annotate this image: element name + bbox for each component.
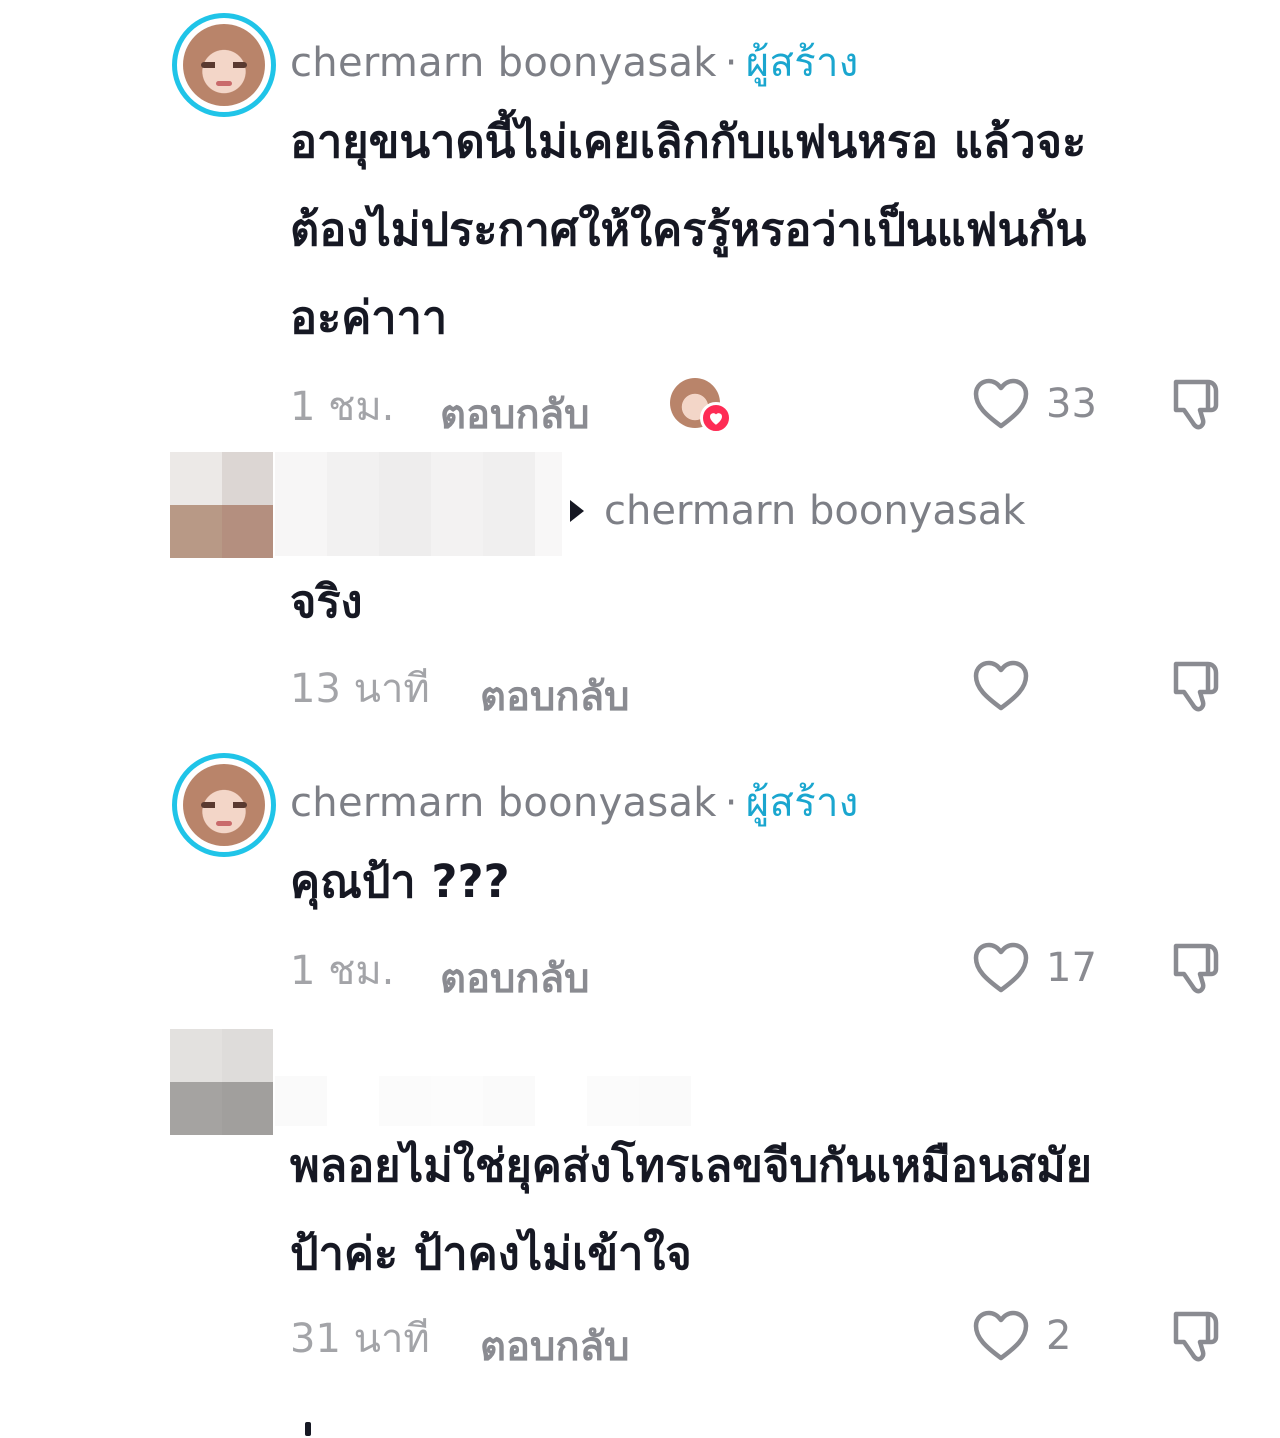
reply-button[interactable]: ตอบกลับ: [440, 946, 590, 1010]
comment-text-line: อะค่าาา: [290, 291, 448, 344]
comment-text-line: ต้องไม่ประกาศให้ใครรู้หรอว่าเป็นแฟนกัน: [290, 203, 1087, 256]
comment-text-line: คุณป้า ???: [290, 855, 510, 908]
user-avatar-blurred[interactable]: [170, 452, 273, 558]
comment-meta: 1 ชม. ตอบกลับ: [290, 376, 590, 438]
comment-time: 13 นาที: [290, 666, 430, 712]
comment-meta: 31 นาที ตอบกลับ: [290, 1308, 630, 1370]
thumbs-down-icon: [1173, 1311, 1219, 1362]
dislike-button[interactable]: [1170, 656, 1228, 714]
heart-badge-icon: [700, 402, 732, 434]
liked-by-creator-avatar: [670, 378, 732, 434]
username-text[interactable]: chermarn boonyasak: [290, 780, 717, 826]
creator-badge: ผู้สร้าง: [745, 40, 859, 86]
like-count: 17: [1046, 945, 1097, 991]
creator-avatar[interactable]: [172, 13, 276, 117]
dislike-button[interactable]: [1170, 1306, 1228, 1364]
reply-button[interactable]: ตอบกลับ: [480, 1314, 630, 1378]
like-button[interactable]: 33: [972, 374, 1097, 434]
like-button[interactable]: 17: [972, 938, 1097, 998]
comment-time: 1 ชม.: [290, 384, 395, 430]
comment-meta: 13 นาที ตอบกลับ: [290, 658, 630, 720]
creator-avatar[interactable]: [172, 753, 276, 857]
reply-to-label[interactable]: chermarn boonyasak: [570, 488, 1025, 534]
like-button[interactable]: 2: [972, 1306, 1071, 1366]
comment-time: 1 ชม.: [290, 948, 395, 994]
like-button[interactable]: [972, 656, 1046, 716]
separator-dot: ·: [724, 780, 738, 826]
comment-text-line: ป้าค่ะ ป้าคงไม่เข้าใจ: [290, 1227, 692, 1280]
username-blurred[interactable]: [275, 452, 562, 556]
comment-text: พลอยไม่ใช่ยุคส่งโทรเลขจีบกันเหมือนสมัย ป…: [290, 1122, 1230, 1298]
heart-outline-icon: [973, 942, 1029, 993]
comment-text-line: จริง: [290, 575, 363, 628]
comment-text: คุณป้า ???: [290, 838, 1230, 926]
reply-button[interactable]: ตอบกลับ: [440, 382, 590, 446]
heart-outline-icon: [973, 378, 1029, 429]
like-count: 33: [1046, 381, 1097, 427]
like-count: 2: [1046, 1313, 1072, 1359]
dislike-button[interactable]: [1170, 374, 1228, 432]
comment-text: อายุขนาดนี้ไม่เคยเลิกกับแฟนหรอ แล้วจะ ต้…: [290, 98, 1230, 362]
heart-outline-icon: [973, 1310, 1029, 1361]
thumbs-down-icon: [1173, 379, 1219, 430]
comment-username[interactable]: chermarn boonyasak · ผู้สร้าง: [290, 30, 859, 94]
creator-badge: ผู้สร้าง: [745, 780, 859, 826]
comment-text-line: พลอยไม่ใช่ยุคส่งโทรเลขจีบกันเหมือนสมัย: [290, 1139, 1093, 1192]
comment-time: 31 นาที: [290, 1316, 430, 1362]
heart-outline-icon: [973, 660, 1029, 711]
comment-username[interactable]: chermarn boonyasak · ผู้สร้าง: [290, 770, 859, 834]
thumbs-down-icon: [1173, 661, 1219, 712]
thumbs-down-icon: [1173, 943, 1219, 994]
username-text[interactable]: chermarn boonyasak: [290, 40, 717, 86]
triangle-right-icon: [570, 500, 584, 522]
comment-text: จริง: [290, 558, 1230, 646]
next-comment-fragment: [305, 1422, 311, 1436]
dislike-button[interactable]: [1170, 938, 1228, 996]
separator-dot: ·: [724, 40, 738, 86]
user-avatar-blurred[interactable]: [170, 1029, 273, 1135]
reply-button[interactable]: ตอบกลับ: [480, 664, 630, 728]
reply-to-username[interactable]: chermarn boonyasak: [604, 488, 1025, 534]
username-blurred[interactable]: [275, 1076, 691, 1126]
comment-meta: 1 ชม. ตอบกลับ: [290, 940, 590, 1002]
comment-text-line: อายุขนาดนี้ไม่เคยเลิกกับแฟนหรอ แล้วจะ: [290, 115, 1087, 168]
